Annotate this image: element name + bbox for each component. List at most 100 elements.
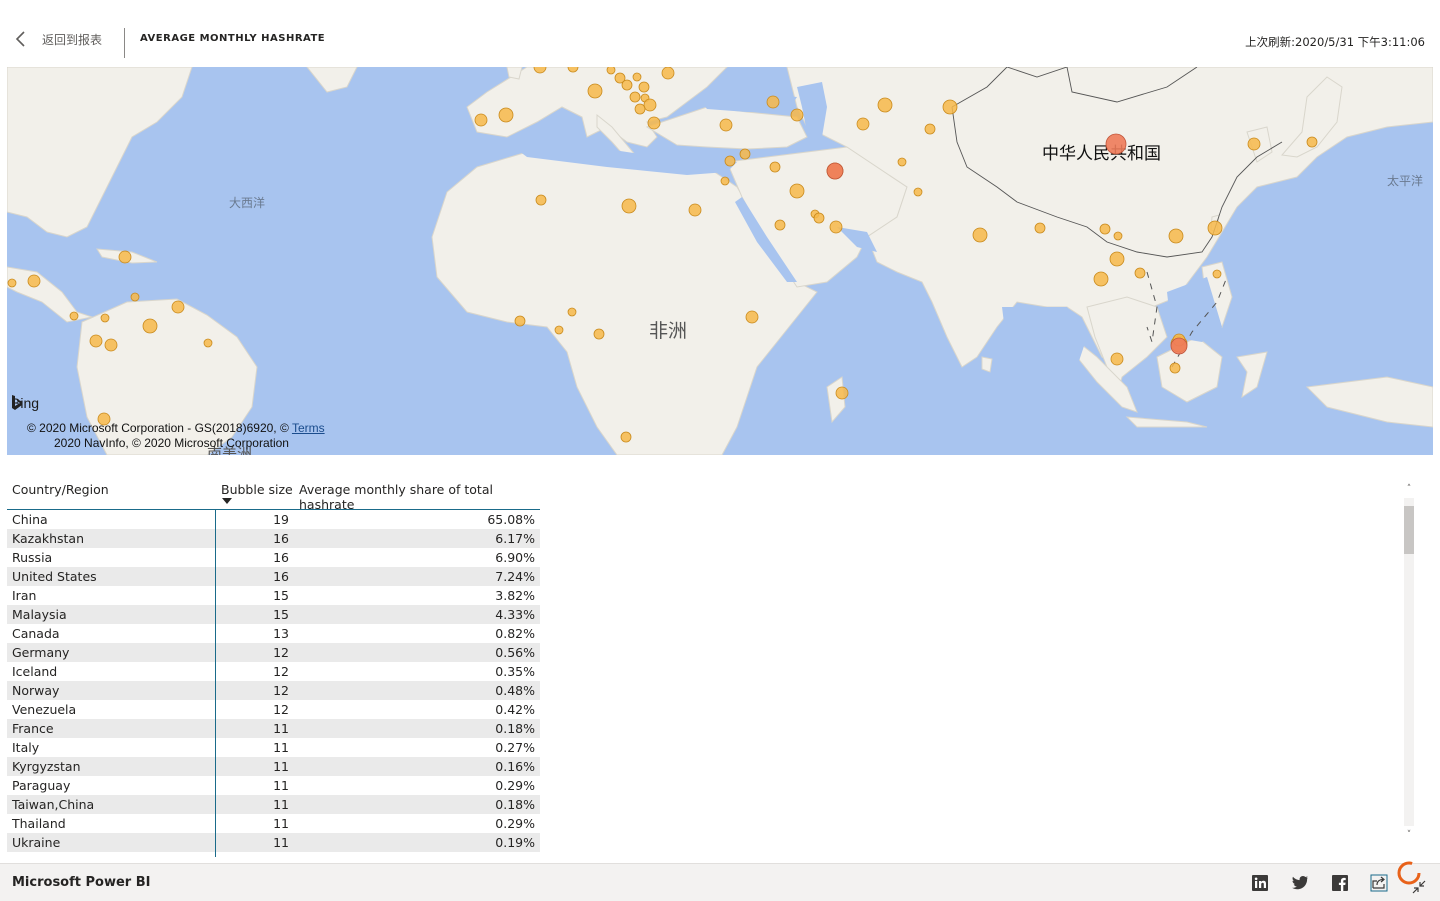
map-bubble-large[interactable] bbox=[1170, 337, 1188, 355]
table-row[interactable]: Malaysia 15 4.33% bbox=[7, 605, 540, 624]
map-bubble[interactable] bbox=[766, 95, 780, 109]
map-bubble[interactable] bbox=[514, 315, 526, 327]
facebook-button[interactable] bbox=[1331, 874, 1349, 892]
map-bubble[interactable] bbox=[1099, 223, 1111, 235]
scroll-down-icon[interactable]: ˅ bbox=[1404, 830, 1414, 840]
map-bubble[interactable] bbox=[69, 311, 79, 321]
map-bubble[interactable] bbox=[629, 91, 641, 103]
table-row[interactable]: Canada 13 0.82% bbox=[7, 624, 540, 643]
map-bubble[interactable] bbox=[647, 116, 661, 130]
map-bubble[interactable] bbox=[769, 161, 781, 173]
table-row[interactable]: Kazakhstan 16 6.17% bbox=[7, 529, 540, 548]
table-row[interactable]: United States 16 7.24% bbox=[7, 567, 540, 586]
map-bubble[interactable] bbox=[924, 123, 936, 135]
map-bubble[interactable] bbox=[856, 117, 870, 131]
twitter-button[interactable] bbox=[1291, 874, 1309, 892]
table-scrollbar[interactable]: ˄ ˅ bbox=[1402, 482, 1416, 842]
map-bubble[interactable] bbox=[972, 227, 988, 243]
linkedin-button[interactable] bbox=[1251, 874, 1269, 892]
map-bubble[interactable] bbox=[774, 219, 786, 231]
map-bubble[interactable] bbox=[100, 313, 110, 323]
map-bubble[interactable] bbox=[661, 67, 675, 80]
table-row[interactable]: Venezuela 12 0.42% bbox=[7, 700, 540, 719]
map-bubble[interactable] bbox=[643, 98, 657, 112]
map-bubble[interactable] bbox=[1093, 271, 1109, 287]
scroll-up-icon[interactable]: ˄ bbox=[1404, 484, 1414, 494]
map-bubble[interactable] bbox=[745, 310, 759, 324]
map-bubble[interactable] bbox=[790, 108, 804, 122]
table-row[interactable]: Paraguay 11 0.29% bbox=[7, 776, 540, 795]
table-row[interactable]: Italy 11 0.27% bbox=[7, 738, 540, 757]
map-bubble[interactable] bbox=[813, 212, 825, 224]
map-bubble[interactable] bbox=[942, 99, 958, 115]
map-bubble[interactable] bbox=[1034, 222, 1046, 234]
map-bubble[interactable] bbox=[638, 81, 650, 93]
map-bubble-large[interactable] bbox=[826, 162, 844, 180]
exit-fullscreen-button[interactable] bbox=[1412, 879, 1426, 894]
map-bubble[interactable] bbox=[203, 338, 213, 348]
map-bubble[interactable] bbox=[739, 148, 751, 160]
map-bubble[interactable] bbox=[897, 157, 907, 167]
map-bubble[interactable] bbox=[1169, 362, 1181, 374]
map-bubble[interactable] bbox=[719, 118, 733, 132]
map-bubble[interactable] bbox=[1212, 269, 1222, 279]
map-bubble[interactable] bbox=[1110, 352, 1124, 366]
map-bubble[interactable] bbox=[724, 155, 736, 167]
map-bubble[interactable] bbox=[789, 183, 805, 199]
map-bubble[interactable] bbox=[621, 198, 637, 214]
map-bubble[interactable] bbox=[567, 307, 577, 317]
map-bubble[interactable] bbox=[89, 334, 103, 348]
column-header-bubble-size[interactable]: Bubble size bbox=[221, 482, 293, 497]
bubble-map[interactable]: 中华人民共和国 大西洋 太平洋 非洲 南美洲 Bing © 2020 Micro… bbox=[7, 67, 1433, 455]
map-bubble[interactable] bbox=[632, 72, 642, 82]
table-row[interactable]: Ukraine 11 0.19% bbox=[7, 833, 540, 852]
map-bubble[interactable] bbox=[1109, 251, 1125, 267]
terms-link[interactable]: Terms bbox=[292, 421, 325, 435]
map-bubble[interactable] bbox=[1168, 228, 1184, 244]
table-row[interactable]: Kyrgyzstan 11 0.16% bbox=[7, 757, 540, 776]
table-row[interactable]: Iceland 12 0.35% bbox=[7, 662, 540, 681]
back-to-report-button[interactable]: 返回到报表 bbox=[14, 30, 102, 48]
map-bubble[interactable] bbox=[27, 274, 41, 288]
map-bubble[interactable] bbox=[498, 107, 514, 123]
table-row[interactable]: France 11 0.18% bbox=[7, 719, 540, 738]
map-bubble-large[interactable] bbox=[1105, 133, 1127, 155]
map-bubble[interactable] bbox=[720, 176, 730, 186]
map-bubble[interactable] bbox=[104, 338, 118, 352]
map-bubble[interactable] bbox=[7, 278, 17, 288]
map-bubble[interactable] bbox=[1113, 231, 1123, 241]
share-button[interactable] bbox=[1370, 874, 1388, 892]
map-bubble[interactable] bbox=[554, 325, 564, 335]
column-header-share[interactable]: Average monthly share of total hashrate bbox=[299, 482, 540, 512]
map-bubble[interactable] bbox=[535, 194, 547, 206]
map-bubble[interactable] bbox=[620, 431, 632, 443]
table-row[interactable]: Taiwan,China 11 0.18% bbox=[7, 795, 540, 814]
map-bubble[interactable] bbox=[688, 203, 702, 217]
table-row[interactable]: Thailand 11 0.29% bbox=[7, 814, 540, 833]
table-row[interactable]: Germany 12 0.56% bbox=[7, 643, 540, 662]
column-header-country[interactable]: Country/Region bbox=[12, 482, 109, 497]
map-bubble[interactable] bbox=[142, 318, 158, 334]
map-bubble[interactable] bbox=[835, 386, 849, 400]
map-bubble[interactable] bbox=[171, 300, 185, 314]
map-bubble[interactable] bbox=[877, 97, 893, 113]
map-bubble[interactable] bbox=[593, 328, 605, 340]
map-bubble[interactable] bbox=[130, 292, 140, 302]
table-row[interactable]: Norway 12 0.48% bbox=[7, 681, 540, 700]
map-bubble[interactable] bbox=[913, 187, 923, 197]
table-row[interactable]: Russia 16 6.90% bbox=[7, 548, 540, 567]
scroll-thumb[interactable] bbox=[1404, 506, 1414, 554]
map-bubble[interactable] bbox=[1247, 137, 1261, 151]
map-bubble[interactable] bbox=[118, 250, 132, 264]
map-bubble[interactable] bbox=[474, 113, 488, 127]
table-row[interactable]: Iran 15 3.82% bbox=[7, 586, 540, 605]
scroll-track[interactable] bbox=[1404, 498, 1414, 826]
table-row[interactable]: China 19 65.08% bbox=[7, 510, 540, 529]
map-bubble[interactable] bbox=[621, 79, 633, 91]
map-bubble[interactable] bbox=[587, 83, 603, 99]
map-bubble[interactable] bbox=[1207, 220, 1223, 236]
map-bubble[interactable] bbox=[1134, 267, 1146, 279]
map-bubble[interactable] bbox=[606, 67, 616, 75]
map-bubble[interactable] bbox=[829, 220, 843, 234]
map-bubble[interactable] bbox=[634, 103, 646, 115]
